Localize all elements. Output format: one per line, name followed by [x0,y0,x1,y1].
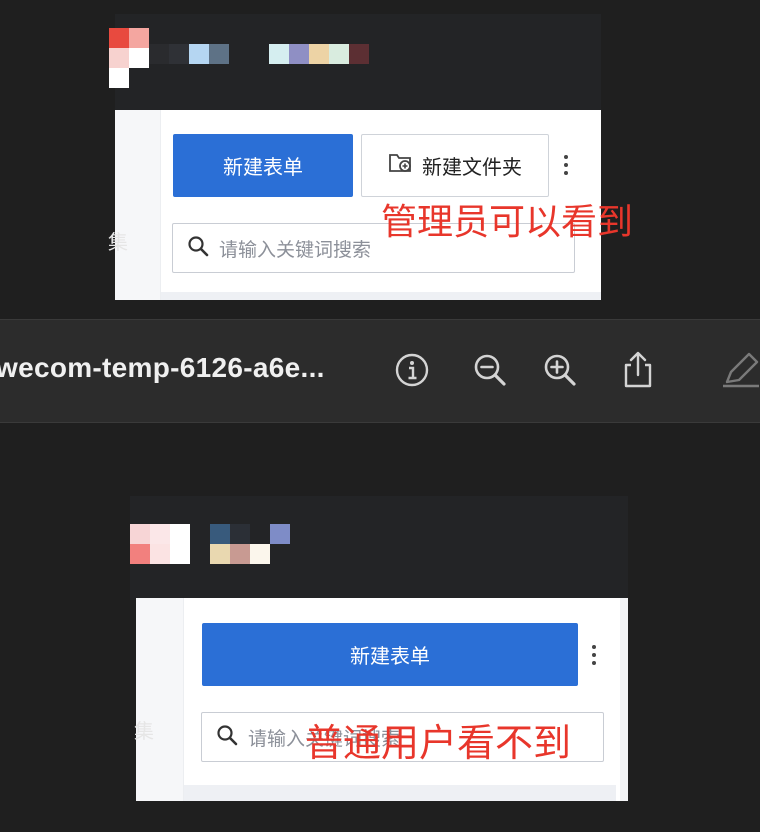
share-icon [620,351,656,394]
new-form-button-label: 新建表单 [350,644,430,668]
user-header-bar [130,496,628,600]
sidebar-strip [115,110,161,300]
user-form-panel: 新建表单 请输入关键词搜索 [136,598,628,801]
search-icon [216,724,238,751]
document-title: wecom-temp-6126-a6e... [0,352,325,383]
pencil-icon [721,352,760,393]
sidebar-label-fragment: 集 [108,230,128,254]
blurred-name [149,44,389,64]
info-button[interactable] [393,353,431,391]
search-icon [187,235,209,262]
preview-toolbar: wecom-temp-6126-a6e... [0,319,760,423]
new-folder-button-label: 新建文件夹 [422,155,522,179]
scrollbar-track [620,598,628,801]
user-annotation: 普通用户看不到 [305,721,572,765]
zoom-out-button[interactable] [471,353,509,391]
blurred-avatar [130,524,190,564]
list-header-strip [161,292,601,300]
sidebar-strip [136,598,184,801]
more-menu-icon[interactable] [591,645,597,665]
zoom-in-icon [542,352,578,393]
new-form-button[interactable]: 新建表单 [173,134,353,197]
more-menu-icon[interactable] [563,155,569,175]
blurred-avatar [109,28,149,88]
zoom-out-icon [472,352,508,393]
sidebar-label-fragment: 集 [134,719,154,743]
admin-header-bar [109,14,601,110]
blurred-name [210,524,290,564]
list-header-strip [184,785,616,801]
new-folder-button[interactable]: 新建文件夹 [361,134,549,197]
markup-button[interactable] [721,352,760,393]
new-folder-icon [388,151,414,180]
search-placeholder: 请输入关键词搜索 [219,238,372,261]
share-button[interactable] [619,351,657,394]
admin-annotation: 管理员可以看到 [381,202,634,243]
info-icon [394,352,430,393]
zoom-in-button[interactable] [541,353,579,391]
new-form-button-label: 新建表单 [223,155,303,179]
new-form-button[interactable]: 新建表单 [202,623,578,686]
